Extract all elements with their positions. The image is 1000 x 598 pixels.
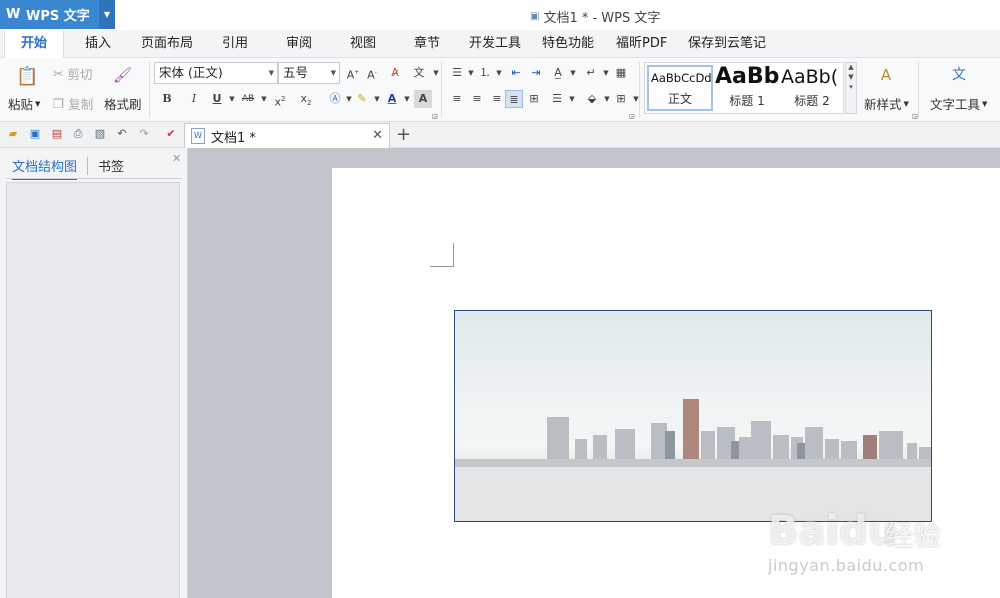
tab-review[interactable]: 审阅 <box>286 30 312 58</box>
cut-button[interactable]: ✂ 剪切 <box>53 64 93 83</box>
redo-icon[interactable]: ↷ <box>137 127 151 141</box>
divider <box>441 62 442 118</box>
close-icon[interactable]: ✕ <box>372 128 383 143</box>
copy-icon: ❐ <box>53 96 65 111</box>
tab-page-layout[interactable]: 页面布局 <box>141 30 193 58</box>
app-name: WPS 文字 <box>26 9 90 24</box>
format-painter-icon[interactable]: 🖌 <box>113 66 132 84</box>
font-name-select[interactable]: 宋体 (正文) ▼ <box>154 62 278 84</box>
copy-button[interactable]: ❐ 复制 <box>53 94 93 113</box>
wps-logo-icon: W <box>6 7 21 22</box>
table-icon[interactable]: ▦ <box>612 64 630 82</box>
new-style-button[interactable]: 新样式 ▼ <box>864 94 909 113</box>
title-bar: W WPS 文字 ▼ ▣ 文档1 * - WPS 文字 <box>0 0 1000 30</box>
chevron-down-icon[interactable]: ▼ <box>563 90 581 108</box>
export-pdf-icon[interactable]: ▤ <box>50 127 64 141</box>
phonetic-guide-icon[interactable]: 文 <box>410 64 428 82</box>
chevron-down-icon[interactable]: ▼ <box>99 0 115 29</box>
scissors-icon: ✂ <box>53 66 64 81</box>
tab-developer[interactable]: 开发工具 <box>469 30 521 58</box>
watermark-url: jingyan.baidu.com <box>768 556 925 575</box>
divider <box>149 62 150 118</box>
app-menu-button[interactable]: W WPS 文字 ▼ <box>0 0 115 29</box>
tab-document-map[interactable]: 文档结构图 <box>12 156 78 180</box>
new-tab-button[interactable]: + <box>396 124 411 145</box>
divider <box>918 62 919 118</box>
style-heading-2[interactable]: AaBb( 标题 2 <box>781 65 843 111</box>
new-style-icon[interactable]: A <box>877 66 895 84</box>
divider <box>639 62 640 118</box>
print-icon[interactable]: ⎙ <box>71 127 85 141</box>
bold-icon[interactable]: B <box>158 90 176 108</box>
chevron-down-icon[interactable]: ▼ <box>846 73 856 81</box>
paste-icon[interactable]: 📋 <box>16 66 38 88</box>
align-right-icon[interactable]: ≡ <box>488 90 506 108</box>
tab-chapter[interactable]: 章节 <box>414 30 440 58</box>
divider <box>6 178 182 179</box>
distributed-icon[interactable]: ⊞ <box>525 90 543 108</box>
tab-insert[interactable]: 插入 <box>85 30 111 58</box>
paste-button[interactable]: 粘贴 ▼ <box>8 94 40 113</box>
align-left-icon[interactable]: ≡ <box>448 90 466 108</box>
grow-font-icon[interactable]: A+ <box>344 64 362 82</box>
style-heading-1[interactable]: AaBb 标题 1 <box>715 65 779 111</box>
styles-gallery-scroll[interactable]: ▲ ▼ ▾ <box>845 62 857 114</box>
document-map-area <box>6 182 180 598</box>
align-center-icon[interactable]: ≡ <box>468 90 486 108</box>
document-icon: ▣ <box>530 11 540 22</box>
menu-bar: 开始 插入 页面布局 引用 审阅 视图 章节 开发工具 特色功能 福昕PDF 保… <box>0 30 1000 58</box>
undo-icon[interactable]: ↶ <box>115 127 129 141</box>
chevron-down-icon[interactable]: ▼ <box>564 64 582 82</box>
customize-quick-access-icon[interactable]: ✔ <box>164 127 178 141</box>
increase-indent-icon[interactable]: ⇥ <box>527 64 545 82</box>
superscript-icon[interactable]: x2 <box>271 90 289 109</box>
tab-view[interactable]: 视图 <box>350 30 376 58</box>
baidu-jingyan-watermark: Baidu 经验 jingyan.baidu.com <box>760 490 990 590</box>
margin-corner-mark <box>430 243 454 267</box>
watermark-brand: Baidu <box>768 508 897 554</box>
close-icon[interactable]: ✕ <box>172 152 181 165</box>
print-preview-icon[interactable]: ▧ <box>93 127 107 141</box>
chevron-down-icon[interactable]: ▼ <box>490 64 508 82</box>
tab-special-features[interactable]: 特色功能 <box>542 30 594 58</box>
ribbon: 📋 粘贴 ▼ ✂ 剪切 ❐ 复制 🖌 格式刷 宋体 (正文) ▼ 五号 ▼ A+ A- A… <box>0 58 1000 122</box>
chevron-down-icon: ▼ <box>330 69 336 77</box>
italic-icon[interactable]: I <box>185 90 203 108</box>
more-styles-icon[interactable]: ▾ <box>846 83 856 91</box>
divider <box>87 157 88 175</box>
shrink-font-icon[interactable]: A- <box>363 64 381 82</box>
tab-bookmarks[interactable]: 书签 <box>98 156 124 175</box>
tab-save-to-cloud-note[interactable]: 保存到云笔记 <box>688 30 766 58</box>
styles-gallery: AaBbCcDd 正文 AaBb 标题 1 AaBb( 标题 2 <box>644 62 844 114</box>
chevron-down-icon[interactable]: ▼ <box>427 64 445 82</box>
open-folder-icon[interactable]: ▰ <box>6 127 20 141</box>
chevron-up-icon[interactable]: ▲ <box>846 63 856 71</box>
text-tools-button[interactable]: 文字工具 ▼ <box>930 94 987 113</box>
clear-format-icon[interactable]: A̷ <box>386 64 404 82</box>
tab-start[interactable]: 开始 <box>4 30 64 58</box>
font-size-select[interactable]: 五号 ▼ <box>278 62 340 84</box>
quick-access-bar: ▰ ▣ ▤ ⎙ ▧ ↶ ↷ ✔ W 文档1 * ✕ + <box>0 122 1000 148</box>
document-icon: W <box>191 128 205 144</box>
format-painter-button[interactable]: 格式刷 <box>104 94 142 113</box>
justify-icon[interactable]: ≣ <box>505 90 523 108</box>
navigation-pane: 文档结构图 书签 ✕ <box>0 148 188 598</box>
watermark-cn: 经验 <box>885 519 942 552</box>
character-shading-icon[interactable]: A <box>414 90 432 108</box>
style-normal[interactable]: AaBbCcDd 正文 <box>647 65 713 111</box>
decrease-indent-icon[interactable]: ⇤ <box>507 64 525 82</box>
save-icon[interactable]: ▣ <box>28 127 42 141</box>
tab-references[interactable]: 引用 <box>222 30 248 58</box>
window-title: ▣ 文档1 * - WPS 文字 <box>530 11 661 26</box>
chevron-down-icon: ▼ <box>268 69 274 77</box>
text-tools-icon[interactable]: 文 <box>950 66 968 84</box>
tab-foxit-pdf[interactable]: 福昕PDF <box>616 30 667 58</box>
subscript-icon[interactable]: x2 <box>297 90 315 108</box>
document-tab[interactable]: W 文档1 * ✕ <box>184 123 390 148</box>
chevron-down-icon[interactable]: ▼ <box>627 90 645 108</box>
